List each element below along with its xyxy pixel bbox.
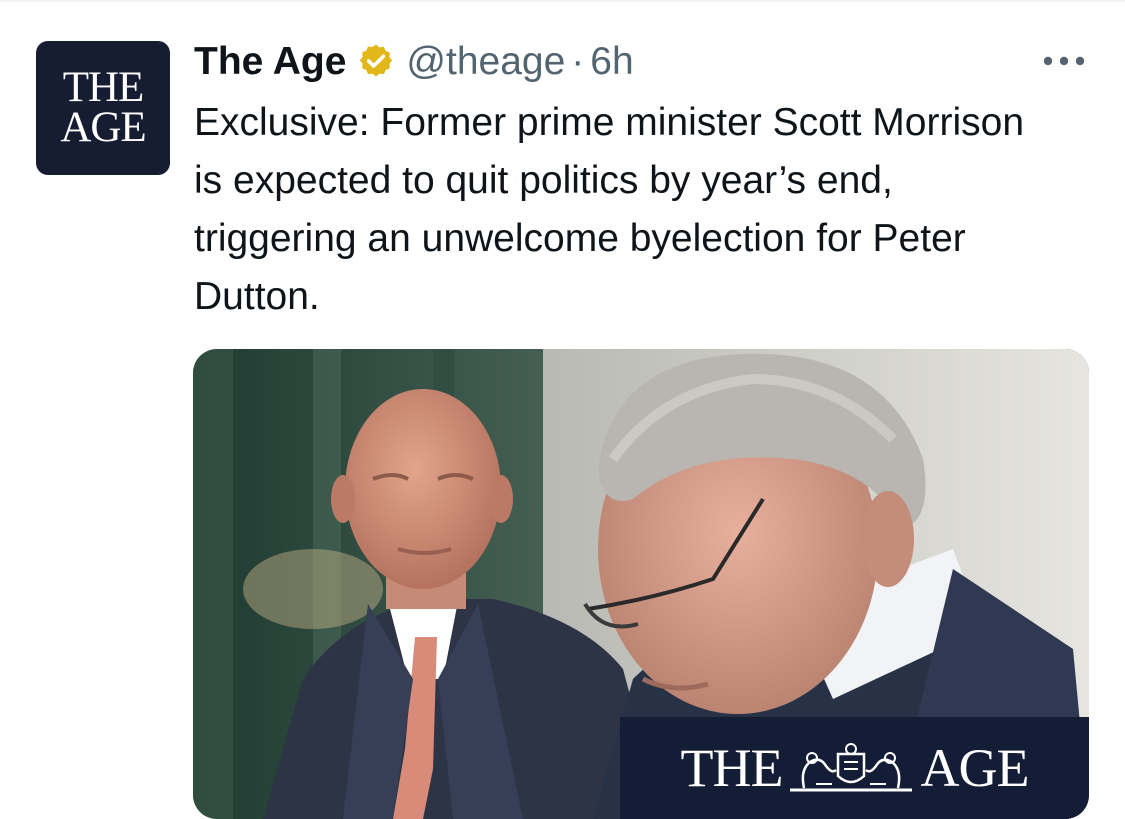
avatar[interactable]: THE AGE <box>36 41 170 175</box>
more-options-button[interactable] <box>1038 44 1090 78</box>
the-age-watermark: THE AGE <box>620 717 1089 819</box>
watermark-right-text: AGE <box>920 738 1029 798</box>
tweet-text: Exclusive: Former prime minister Scott M… <box>194 101 1025 318</box>
tweet-media-image[interactable]: THE AGE <box>193 349 1089 819</box>
tweet-timestamp[interactable]: 6h <box>590 40 633 84</box>
verified-badge-icon <box>356 42 396 82</box>
more-dots-icon <box>1043 56 1085 66</box>
header-separator: · <box>571 40 585 83</box>
author-handle[interactable]: @theage <box>406 40 565 84</box>
tweet-header: The Age @theage · 6h <box>194 36 634 88</box>
top-divider <box>0 0 1125 2</box>
avatar-line-2: AGE <box>60 104 146 151</box>
avatar-line-1: THE <box>62 64 145 111</box>
watermark-left-text: THE <box>680 738 784 798</box>
coat-of-arms-icon <box>790 743 913 792</box>
author-display-name[interactable]: The Age <box>194 40 346 84</box>
